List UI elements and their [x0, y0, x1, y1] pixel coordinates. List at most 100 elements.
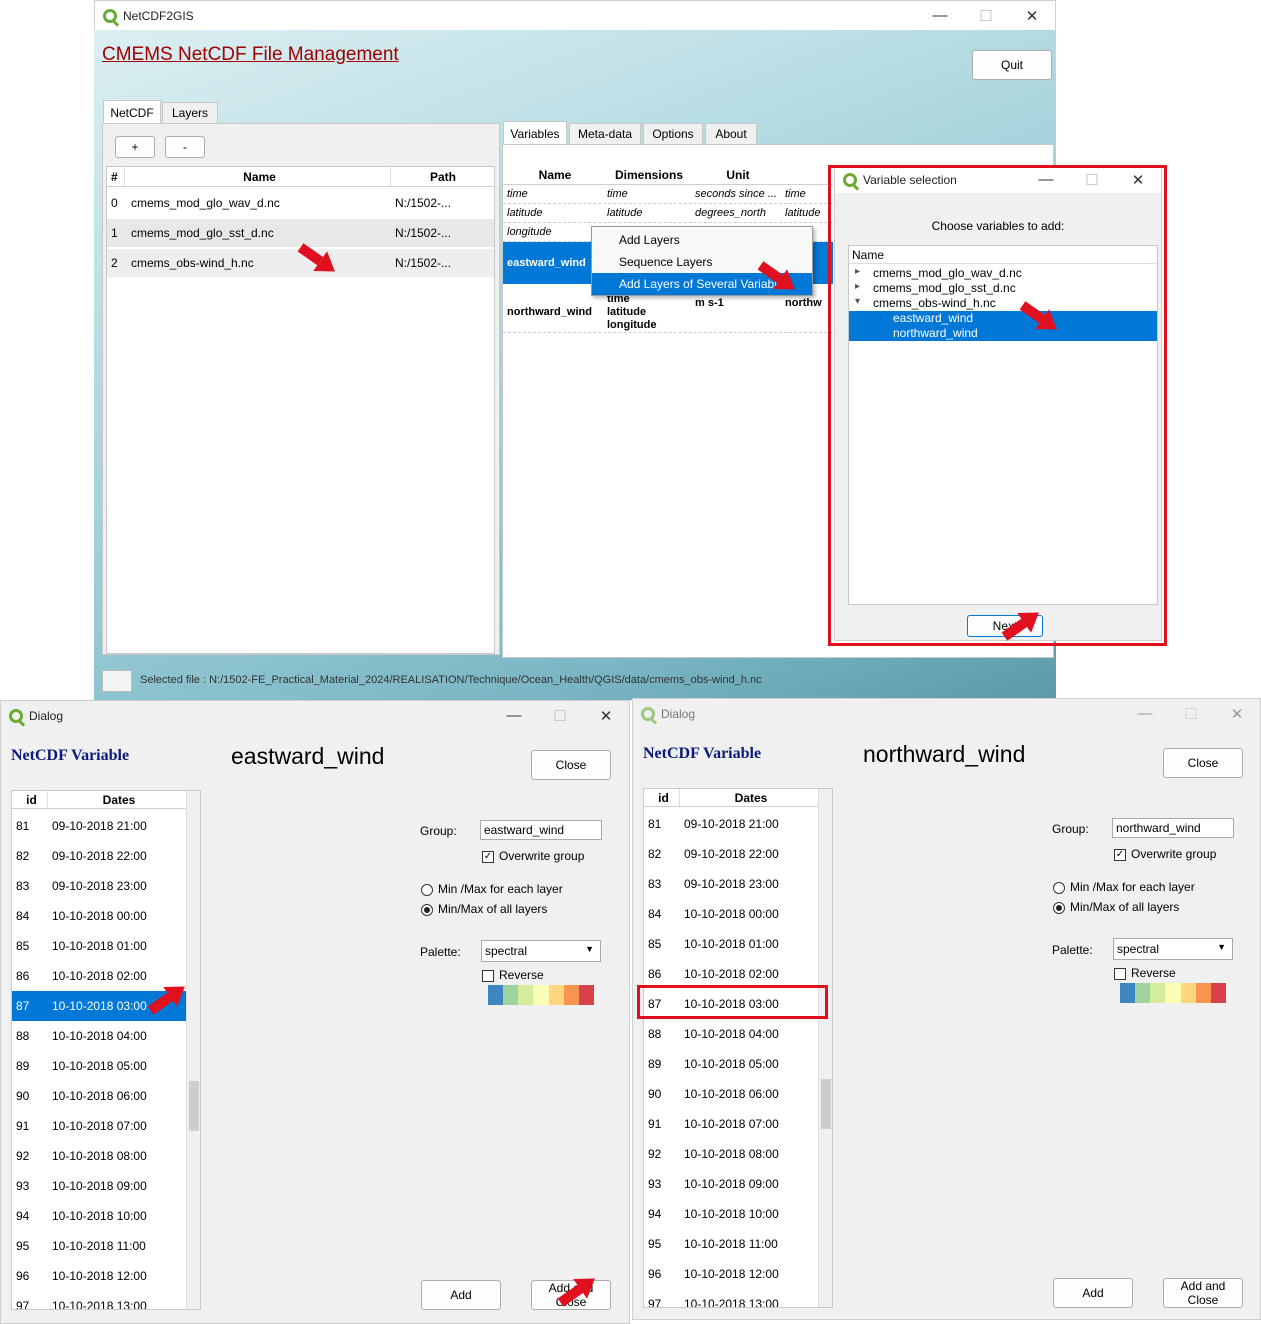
close-button[interactable]: Close [531, 750, 611, 780]
table-row[interactable]: 84 10-10-2018 00:00 [12, 901, 186, 931]
row-date: 10-10-2018 12:00 [52, 1269, 147, 1283]
table-row[interactable]: 84 10-10-2018 00:00 [644, 899, 818, 929]
add-and-close-button[interactable]: Add and Close [1163, 1278, 1243, 1308]
table-row[interactable]: 94 10-10-2018 10:00 [12, 1201, 186, 1231]
dates-header: id Dates [644, 789, 818, 807]
radio-selected-icon [421, 903, 433, 916]
tab-metadata[interactable]: Meta-data [569, 123, 641, 145]
table-row[interactable]: 92 10-10-2018 08:00 [644, 1139, 818, 1169]
group-input[interactable]: eastward_wind [480, 820, 602, 840]
minimize-icon[interactable]: — [1122, 705, 1168, 723]
row-id: 96 [16, 1269, 30, 1283]
close-icon[interactable]: ✕ [583, 707, 629, 725]
dialog-title: Dialog [29, 709, 64, 723]
dates-scrollbar[interactable] [186, 791, 200, 1309]
row-id: 81 [16, 819, 30, 833]
reverse-checkbox[interactable]: Reverse [1114, 966, 1176, 980]
status-checkbox[interactable] [102, 670, 132, 692]
table-row[interactable]: 83 09-10-2018 23:00 [12, 871, 186, 901]
table-row[interactable]: 0 cmems_mod_glo_wav_d.nc N:/1502-... [107, 189, 494, 217]
table-row[interactable]: 95 10-10-2018 11:00 [644, 1229, 818, 1259]
var-dim: latitude [607, 207, 643, 219]
maximize-icon[interactable]: ☐ [537, 707, 583, 725]
close-icon[interactable]: ✕ [1009, 7, 1055, 25]
table-row[interactable]: 91 10-10-2018 07:00 [12, 1111, 186, 1141]
reverse-checkbox[interactable]: Reverse [482, 968, 544, 982]
close-button[interactable]: Close [1163, 748, 1243, 778]
menu-item-sequence-layers[interactable]: Sequence Layers [592, 251, 812, 273]
table-row[interactable]: 88 10-10-2018 04:00 [12, 1021, 186, 1051]
table-row[interactable]: 81 09-10-2018 21:00 [12, 811, 186, 841]
group-input[interactable]: northward_wind [1112, 818, 1234, 838]
table-row[interactable]: 1 cmems_mod_glo_sst_d.nc N:/1502-... [107, 219, 494, 247]
table-row[interactable]: 86 10-10-2018 02:00 [12, 961, 186, 991]
row-date: 10-10-2018 07:00 [684, 1117, 779, 1131]
remove-file-button[interactable]: - [165, 136, 205, 158]
table-row[interactable]: 94 10-10-2018 10:00 [644, 1199, 818, 1229]
add-button[interactable]: Add [421, 1280, 501, 1310]
row-id: 97 [16, 1299, 30, 1309]
minimize-icon[interactable]: — [491, 707, 537, 725]
table-row[interactable]: 83 09-10-2018 23:00 [644, 869, 818, 899]
tab-layers[interactable]: Layers [162, 102, 218, 124]
tab-options[interactable]: Options [643, 123, 703, 145]
table-row[interactable]: 90 10-10-2018 06:00 [12, 1081, 186, 1111]
row-name: cmems_mod_glo_sst_d.nc [131, 226, 274, 240]
table-row[interactable]: 85 10-10-2018 01:00 [644, 929, 818, 959]
overwrite-group-checkbox[interactable]: ✓ Overwrite group [1114, 847, 1216, 861]
table-row[interactable]: 95 10-10-2018 11:00 [12, 1231, 186, 1261]
row-date: 10-10-2018 05:00 [52, 1059, 147, 1073]
table-row[interactable]: 89 10-10-2018 05:00 [12, 1051, 186, 1081]
palette-select[interactable]: spectral ▼ [481, 940, 601, 962]
maximize-icon[interactable]: ☐ [1168, 705, 1214, 723]
menu-item-add-layers[interactable]: Add Layers [592, 229, 812, 251]
row-date: 10-10-2018 07:00 [52, 1119, 147, 1133]
header-dates: Dates [102, 792, 136, 807]
table-row[interactable]: 89 10-10-2018 05:00 [644, 1049, 818, 1079]
minmax-all-radio[interactable]: Min/Max of all layers [421, 902, 547, 916]
dates-scrollbar[interactable] [818, 789, 832, 1307]
table-row[interactable]: 96 10-10-2018 12:00 [12, 1261, 186, 1291]
minimize-icon[interactable]: — [917, 7, 963, 25]
tab-variables[interactable]: Variables [503, 121, 567, 145]
maximize-icon[interactable]: ☐ [963, 7, 1009, 25]
table-row[interactable]: 82 09-10-2018 22:00 [644, 839, 818, 869]
minmax-each-radio[interactable]: Min /Max for each layer [421, 882, 563, 896]
table-row[interactable]: 90 10-10-2018 06:00 [644, 1079, 818, 1109]
table-row[interactable]: 91 10-10-2018 07:00 [644, 1109, 818, 1139]
add-button[interactable]: Add [1053, 1278, 1133, 1308]
row-id: 82 [648, 847, 662, 861]
table-row[interactable]: 97 10-10-2018 13:00 [12, 1291, 186, 1309]
table-row[interactable]: 96 10-10-2018 12:00 [644, 1259, 818, 1289]
radio-selected-icon [1053, 901, 1065, 914]
var-extra: latitude [785, 207, 821, 219]
table-row[interactable]: 93 10-10-2018 09:00 [644, 1169, 818, 1199]
palette-color [488, 985, 504, 1005]
table-row[interactable]: 85 10-10-2018 01:00 [12, 931, 186, 961]
table-row[interactable]: 92 10-10-2018 08:00 [12, 1141, 186, 1171]
table-row[interactable]: 88 10-10-2018 04:00 [644, 1019, 818, 1049]
tab-netcdf[interactable]: NetCDF [103, 100, 161, 124]
scrollbar-thumb[interactable] [821, 1079, 831, 1129]
row-date: 10-10-2018 00:00 [52, 909, 147, 923]
palette-swatch [488, 985, 594, 1005]
palette-color [548, 985, 564, 1005]
var-unit: m s-1 [695, 297, 724, 309]
table-row[interactable]: 93 10-10-2018 09:00 [12, 1171, 186, 1201]
minmax-all-radio[interactable]: Min/Max of all layers [1053, 900, 1179, 914]
quit-button[interactable]: Quit [972, 50, 1052, 80]
header-id: id [12, 791, 48, 808]
overwrite-group-checkbox[interactable]: ✓ Overwrite group [482, 849, 584, 863]
close-icon[interactable]: ✕ [1214, 705, 1260, 723]
table-row[interactable]: 81 09-10-2018 21:00 [644, 809, 818, 839]
palette-select[interactable]: spectral ▼ [1113, 938, 1233, 960]
variables-header: Name Dimensions Unit [503, 165, 833, 185]
table-row[interactable]: 82 09-10-2018 22:00 [12, 841, 186, 871]
variable-name: eastward_wind [231, 743, 385, 769]
add-file-button[interactable]: + [115, 136, 155, 158]
minmax-each-radio[interactable]: Min /Max for each layer [1053, 880, 1195, 894]
tab-about[interactable]: About [705, 123, 757, 145]
scrollbar-thumb[interactable] [189, 1081, 199, 1131]
table-row[interactable]: 97 10-10-2018 13:00 [644, 1289, 818, 1307]
var-name: latitude [507, 207, 543, 219]
